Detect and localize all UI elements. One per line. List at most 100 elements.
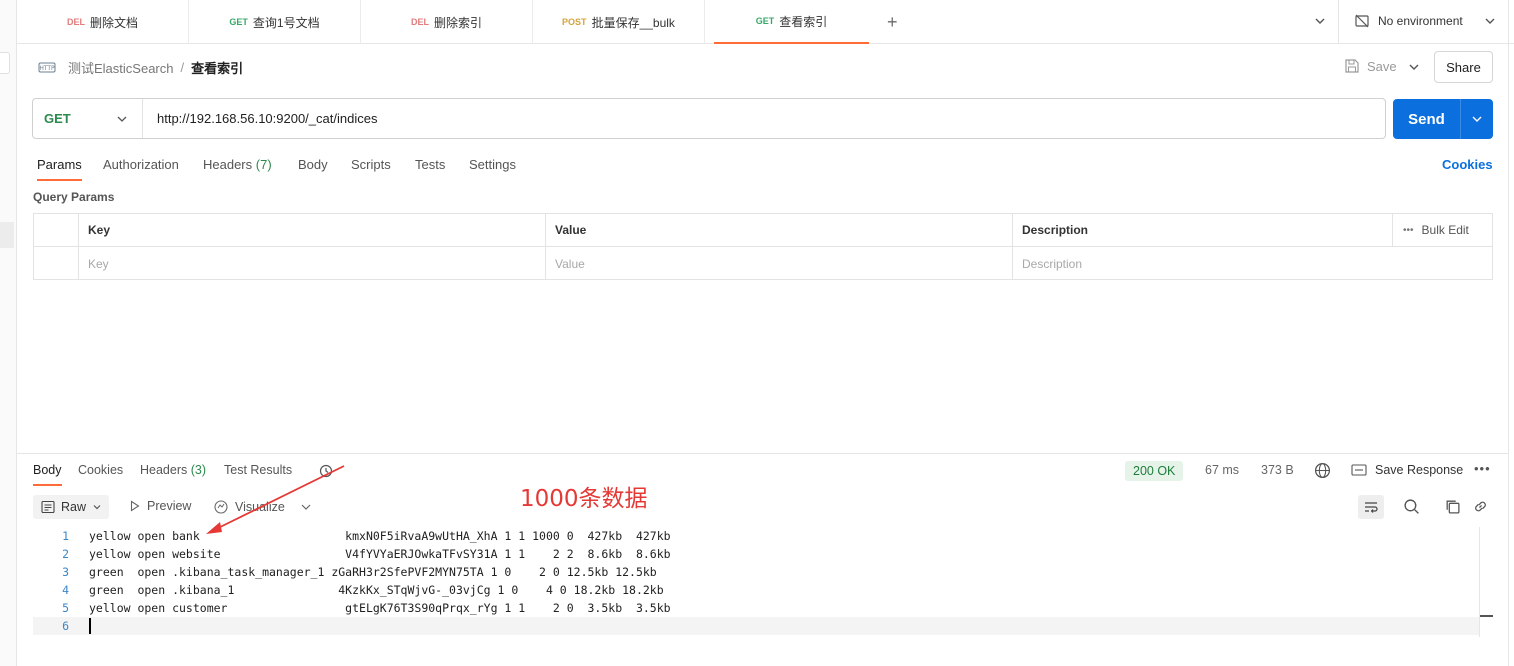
environment-selector[interactable]: No environment bbox=[1354, 13, 1497, 29]
response-body-editor[interactable]: 1 yellow open bank kmxN0F5iRvaA9wUtHA_Xh… bbox=[33, 527, 1493, 635]
code-line: 4 green open .kibana_1 4KzkKx_STqWjvG-_0… bbox=[33, 581, 1493, 599]
line-number: 3 bbox=[62, 565, 69, 579]
method-select[interactable]: GET bbox=[33, 99, 143, 138]
response-tab-headers[interactable]: Headers (3) bbox=[140, 463, 206, 477]
response-tab-body[interactable]: Body bbox=[33, 463, 62, 486]
tab-get-document-1[interactable]: GET 查询1号文档 bbox=[189, 0, 361, 44]
tab-authorization[interactable]: Authorization bbox=[103, 157, 179, 172]
table-header-row: Key Value Description ••• Bulk Edit bbox=[34, 214, 1492, 247]
url-input[interactable]: http://192.168.56.10:9200/_cat/indices bbox=[143, 99, 377, 138]
tab-bulk-save[interactable]: POST 批量保存__bulk bbox=[533, 0, 705, 44]
send-button-group: Send bbox=[1393, 99, 1493, 139]
save-options-chevron-icon[interactable] bbox=[1407, 60, 1421, 74]
method-badge: DEL bbox=[410, 17, 429, 27]
http-request-icon: HTTP bbox=[38, 62, 56, 72]
response-divider[interactable] bbox=[17, 453, 1508, 454]
breadcrumb: HTTP 测试ElasticSearch / 查看索引 bbox=[38, 58, 243, 77]
tabs-dropdown-chevron-icon[interactable] bbox=[1313, 14, 1327, 28]
response-size: 373 B bbox=[1261, 463, 1294, 477]
env-divider bbox=[1338, 0, 1339, 44]
left-rail bbox=[0, 0, 17, 666]
param-key-input[interactable]: Key bbox=[78, 247, 545, 280]
breadcrumb-separator: / bbox=[180, 60, 185, 75]
code-line: 5 yellow open customer gtELgK76T3S90qPrq… bbox=[33, 599, 1493, 617]
chevron-down-icon bbox=[117, 116, 127, 122]
param-value-input[interactable]: Value bbox=[545, 247, 1012, 280]
breadcrumb-collection[interactable]: 测试ElasticSearch bbox=[68, 58, 173, 77]
line-text: yellow open customer gtELgK76T3S90qPrqx_… bbox=[89, 601, 671, 615]
more-options-icon[interactable]: ••• bbox=[1474, 461, 1491, 476]
format-raw-select[interactable]: Raw bbox=[33, 495, 109, 519]
save-response-label: Save Response bbox=[1375, 463, 1464, 477]
wrap-lines-icon bbox=[1365, 502, 1378, 513]
query-params-table: Key Value Description ••• Bulk Edit Key … bbox=[33, 213, 1493, 280]
editor-scrollbar[interactable] bbox=[1479, 527, 1480, 637]
line-number: 1 bbox=[62, 529, 69, 543]
line-text: green open .kibana_1 4KzkKx_STqWjvG-_03v… bbox=[89, 583, 664, 597]
send-button[interactable]: Send bbox=[1393, 99, 1461, 139]
tab-delete-document[interactable]: DEL 删除文档 bbox=[17, 0, 189, 44]
save-button[interactable]: Save bbox=[1344, 58, 1397, 74]
new-tab-plus-icon[interactable]: + bbox=[887, 12, 898, 33]
query-params-title: Query Params bbox=[33, 190, 115, 204]
method-badge: POST bbox=[562, 17, 587, 27]
environment-label: No environment bbox=[1378, 14, 1463, 28]
search-icon[interactable] bbox=[1403, 498, 1420, 515]
cookies-link[interactable]: Cookies bbox=[1442, 157, 1493, 172]
line-text: yellow open bank kmxN0F5iRvaA9wUtHA_XhA … bbox=[89, 529, 671, 543]
bulk-edit-button[interactable]: ••• Bulk Edit bbox=[1392, 214, 1492, 246]
scrollbar-thumb[interactable] bbox=[1480, 615, 1493, 617]
code-line: 2 yellow open website V4fYVYaERJOwkaTFvS… bbox=[33, 545, 1493, 563]
tab-headers[interactable]: Headers (7) bbox=[203, 157, 272, 172]
save-label: Save bbox=[1367, 58, 1397, 74]
tab-delete-index[interactable]: DEL 删除索引 bbox=[361, 0, 533, 44]
raw-format-icon bbox=[41, 500, 55, 514]
globe-icon[interactable] bbox=[1314, 462, 1331, 479]
tab-label: 批量保存__bulk bbox=[591, 15, 675, 30]
tab-view-indices[interactable]: GET 查看索引 bbox=[714, 0, 869, 44]
line-text bbox=[69, 617, 91, 635]
annotation-text: 1000条数据 bbox=[520, 486, 648, 512]
preview-button[interactable]: Preview bbox=[130, 499, 191, 513]
code-line-current: 6 bbox=[33, 617, 1479, 635]
param-description-input[interactable]: Description bbox=[1012, 247, 1492, 280]
table-row: Key Value Description bbox=[34, 247, 1492, 280]
response-time: 67 ms bbox=[1205, 463, 1240, 477]
method-badge: GET bbox=[755, 16, 775, 26]
method-badge: GET bbox=[229, 17, 248, 27]
line-number: 2 bbox=[62, 547, 69, 561]
status-badge: 200 OK bbox=[1125, 461, 1184, 481]
save-response-icon bbox=[1351, 464, 1367, 476]
send-options-button[interactable] bbox=[1461, 99, 1493, 139]
line-number: 5 bbox=[62, 601, 69, 615]
link-icon[interactable] bbox=[1472, 498, 1489, 515]
copy-icon[interactable] bbox=[1444, 498, 1461, 515]
tab-label: 查看索引 bbox=[779, 14, 828, 29]
bulk-edit-label: Bulk Edit bbox=[1421, 223, 1469, 237]
tab-scripts[interactable]: Scripts bbox=[351, 157, 391, 172]
response-tab-cookies[interactable]: Cookies bbox=[78, 463, 123, 477]
line-text: yellow open website V4fYVYaERJOwkaTFvSY3… bbox=[89, 547, 671, 561]
tab-settings[interactable]: Settings bbox=[469, 157, 516, 172]
chevron-down-icon bbox=[1485, 18, 1495, 24]
tab-label: 查询1号文档 bbox=[252, 15, 320, 30]
headers-count: (7) bbox=[255, 157, 272, 172]
breadcrumb-current[interactable]: 查看索引 bbox=[191, 58, 243, 77]
line-number: 6 bbox=[62, 619, 69, 633]
tab-params[interactable]: Params bbox=[37, 157, 82, 181]
tab-label: 删除文档 bbox=[89, 15, 138, 30]
svg-text:HTTP: HTTP bbox=[39, 65, 55, 72]
save-response-button[interactable]: Save Response bbox=[1351, 463, 1463, 477]
tab-body[interactable]: Body bbox=[298, 157, 328, 172]
response-headers-label: Headers bbox=[140, 463, 188, 477]
rail-toggle[interactable] bbox=[0, 52, 10, 74]
rail-active-marker bbox=[0, 222, 14, 248]
tab-tests[interactable]: Tests bbox=[415, 157, 445, 172]
chevron-down-icon bbox=[93, 505, 101, 510]
wrap-lines-button[interactable] bbox=[1358, 495, 1384, 519]
tab-headers-label: Headers bbox=[203, 157, 253, 172]
share-button[interactable]: Share bbox=[1434, 51, 1493, 83]
column-key: Key bbox=[78, 214, 545, 246]
line-number: 4 bbox=[62, 583, 69, 597]
line-text: green open .kibana_task_manager_1 zGaRH3… bbox=[89, 565, 657, 579]
